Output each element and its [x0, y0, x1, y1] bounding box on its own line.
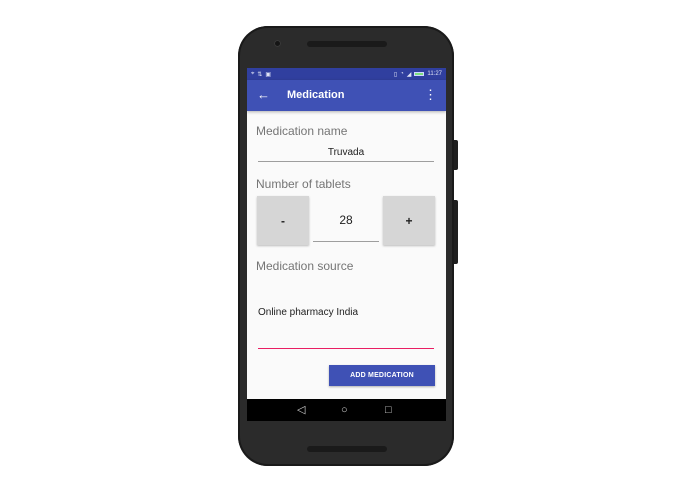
arrow-left-icon[interactable]: ←: [257, 86, 270, 104]
nav-back-icon[interactable]: ◁: [297, 403, 305, 417]
cell-signal-icon: ◢: [406, 71, 412, 78]
wifi-icon: ◔: [400, 71, 404, 77]
tablets-count-input[interactable]: 28: [313, 213, 379, 227]
tablets-count-underline: [313, 241, 379, 242]
app-bar: ← Medication ⋮: [247, 80, 446, 111]
signal-arrow-icon: ⇅: [257, 71, 263, 78]
battery-icon: [414, 72, 425, 76]
screen: ⌖ ⇅ ▣ ▯ ◔ ◢ 11:27 ← Medication ⋮ Medicat…: [247, 68, 446, 421]
image-notification-icon: ▣: [265, 71, 272, 78]
decrement-button[interactable]: -: [257, 196, 309, 245]
more-vert-icon[interactable]: ⋮: [424, 86, 437, 104]
nav-home-icon[interactable]: ○: [341, 403, 348, 417]
medication-source-underline: [258, 348, 434, 349]
medication-source-input[interactable]: Online pharmacy India: [258, 307, 358, 318]
vibrate-icon: ▯: [393, 71, 398, 78]
navigation-bar: ◁ ○ □: [247, 399, 446, 421]
status-time: 11:27: [427, 71, 442, 77]
location-icon: ⌖: [251, 70, 255, 77]
status-bar: ⌖ ⇅ ▣ ▯ ◔ ◢ 11:27: [247, 68, 446, 80]
increment-button[interactable]: +: [383, 196, 435, 245]
add-medication-button[interactable]: ADD MEDICATION: [329, 365, 435, 386]
power-button: [454, 140, 458, 170]
front-camera: [274, 40, 281, 47]
top-speaker: [307, 41, 387, 47]
medication-name-label: Medication name: [256, 124, 348, 138]
page-title: Medication: [287, 89, 345, 101]
nav-recents-icon[interactable]: □: [385, 403, 392, 417]
tablets-label: Number of tablets: [256, 177, 351, 191]
medication-name-underline: [258, 161, 434, 162]
bottom-speaker: [307, 446, 387, 452]
medication-source-label: Medication source: [256, 259, 354, 273]
volume-button: [454, 200, 458, 264]
phone-frame: ⌖ ⇅ ▣ ▯ ◔ ◢ 11:27 ← Medication ⋮ Medicat…: [238, 26, 458, 466]
medication-name-input[interactable]: Truvada: [258, 147, 434, 158]
